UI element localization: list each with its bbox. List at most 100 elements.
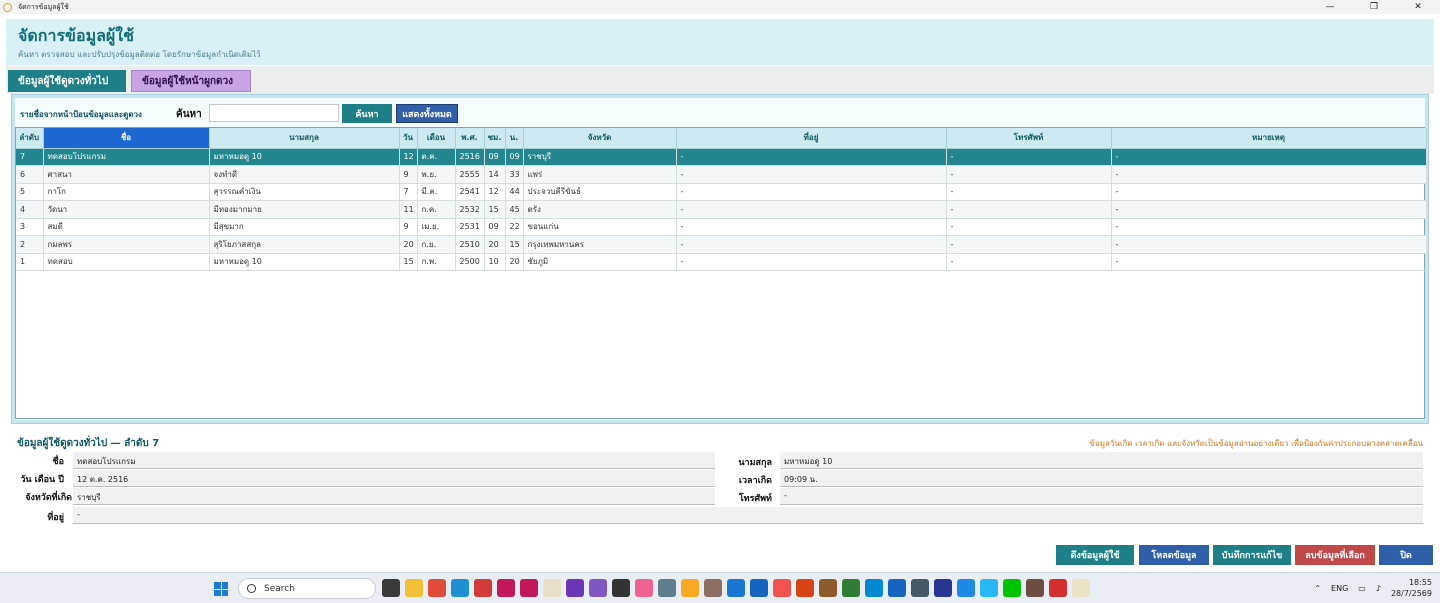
col-day-cell: 9 <box>399 218 418 236</box>
search-button[interactable]: ค้นหา <box>342 104 392 123</box>
word-icon[interactable] <box>750 579 768 597</box>
load-data-button[interactable]: โหลดข้อมูล <box>1139 545 1209 565</box>
col-order-cell: 6 <box>16 165 44 184</box>
table-row[interactable]: 4 วัดนา มีทองมากมาย 11 ก.ค. 2532 15 45 ตรัง - - - <box>16 200 1427 219</box>
tab-general-users[interactable]: ข้อมูลผู้ใช้ดูดวงทั่วไป <box>8 70 126 92</box>
table-row[interactable]: 6 ศาสนา จงทำดี 9 พ.ย. 2555 14 33 แพร่ - - - <box>16 165 1427 184</box>
system-tray: ⌃ ENG ▭ ♪ 18:55 28/7/2569 <box>1314 577 1432 599</box>
app-icon-text-red[interactable] <box>773 579 791 597</box>
col-phone-cell: - <box>946 183 1112 201</box>
col-month-header[interactable]: เดือน <box>417 128 456 149</box>
visual-studio-icon[interactable] <box>566 579 584 597</box>
window-controls: — ❐ ✕ <box>1308 0 1440 14</box>
col-address-cell: - <box>676 235 947 254</box>
app-icon-green[interactable] <box>842 579 860 597</box>
taskbar-search-label: Search <box>264 583 295 594</box>
delete-selected-button[interactable]: ลบข้อมูลที่เลือก <box>1295 545 1375 565</box>
app-icon-blue[interactable] <box>888 579 906 597</box>
col-surname-cell: จงทำดี <box>209 165 400 184</box>
clock-app-icon[interactable] <box>543 579 561 597</box>
calculator-icon[interactable] <box>658 579 676 597</box>
table-row[interactable]: 2 กมลพร สุริโยภาสสกุล 20 ก.ย. 2510 20 15 กรุงเทพ… <box>16 235 1427 254</box>
col-note-header[interactable]: หมายเหตุ <box>1111 128 1427 149</box>
settings-icon[interactable] <box>681 579 699 597</box>
col-hour-header[interactable]: ชม. <box>484 128 506 149</box>
app-icon-wood[interactable] <box>819 579 837 597</box>
col-minute-header[interactable]: น. <box>505 128 524 149</box>
vs-code-icon[interactable] <box>589 579 607 597</box>
name-field[interactable]: ทดสอบโปรแกรม <box>73 452 715 469</box>
fetch-users-button[interactable]: ดึงข้อมูลผู้ใช้ <box>1056 545 1134 565</box>
chevron-up-icon[interactable]: ⌃ <box>1314 584 1321 593</box>
table-row[interactable]: 7 ทดสอบโปรแกรม มหาหมอดู 10 12 ต.ค. 2516 09 09 รา… <box>16 148 1427 166</box>
taskbar-clock[interactable]: 18:55 28/7/2569 <box>1391 577 1432 599</box>
search-input[interactable] <box>209 104 339 122</box>
col-phone-cell: - <box>946 200 1112 219</box>
taskbar-search[interactable]: Search <box>238 578 376 599</box>
col-day-header[interactable]: วัน <box>399 128 418 149</box>
col-day-cell: 9 <box>399 165 418 184</box>
app-icon-tool[interactable] <box>980 579 998 597</box>
search-caption: ค้นหา <box>176 109 202 120</box>
windows-start-icon[interactable] <box>214 582 228 596</box>
acrobat-icon[interactable] <box>1049 579 1067 597</box>
window-titlebar: จัดการข้อมูลผู้ใช้ — ❐ ✕ <box>0 0 1440 14</box>
app-icon-monitor[interactable] <box>911 579 929 597</box>
col-name-header[interactable]: ชื่อ <box>43 128 210 149</box>
notepad-icon[interactable] <box>727 579 745 597</box>
photos-icon[interactable] <box>635 579 653 597</box>
table-row[interactable]: 1 ทดสอบ มหาหมอดู 10 15 ก.พ. 2500 10 20 ชัยภูมิ - -… <box>16 253 1427 271</box>
col-day-cell: 20 <box>399 235 418 254</box>
file-explorer-icon[interactable] <box>405 579 423 597</box>
col-province-cell: แพร่ <box>523 165 677 184</box>
address-field[interactable]: - <box>73 507 1423 524</box>
save-changes-button[interactable]: บันทึกการแก้ไข <box>1213 545 1291 565</box>
col-minute-cell: 33 <box>505 165 524 184</box>
col-year-header[interactable]: พ.ศ. <box>455 128 485 149</box>
table-row[interactable]: 3 สมดี มีสุขมาก 9 เม.ย. 2531 09 22 ขอนแก่น - - - <box>16 218 1427 236</box>
col-address-header[interactable]: ที่อยู่ <box>676 128 947 149</box>
app-icon-mail[interactable] <box>934 579 952 597</box>
app-icon-active-clock[interactable] <box>1072 579 1090 597</box>
tab-fortune-users[interactable]: ข้อมูลผู้ใช้หน้าผูกดวง <box>131 70 251 92</box>
app-icon-pen[interactable] <box>957 579 975 597</box>
col-minute-cell: 09 <box>505 148 524 166</box>
table-row[interactable]: 5 กาโก สุวรรณคำเงิน 7 มี.ค. 2541 12 44 ประจวบคีร… <box>16 183 1427 201</box>
access-icon[interactable] <box>474 579 492 597</box>
page-subtitle: ค้นหา ตรวจสอบ และปรับปรุงข้อมูลติดต่อ โด… <box>18 50 261 59</box>
col-province-header[interactable]: จังหวัด <box>523 128 677 149</box>
close-icon[interactable]: ✕ <box>1396 0 1440 14</box>
edge-icon[interactable] <box>451 579 469 597</box>
col-hour-cell: 10 <box>484 253 506 271</box>
volume-icon[interactable]: ♪ <box>1376 584 1381 593</box>
col-surname-header[interactable]: นามสกุล <box>209 128 400 149</box>
restore-icon[interactable]: ❐ <box>1352 0 1396 14</box>
app-icon-globe[interactable] <box>865 579 883 597</box>
col-phone-header[interactable]: โทรศัพท์ <box>946 128 1112 149</box>
user-table[interactable]: ลำดับ ชื่อ นามสกุล วัน เดือน พ.ศ. ชม. น. จังหวัด… <box>15 127 1427 419</box>
phone-field[interactable]: - <box>780 488 1423 505</box>
app-icon-brown[interactable] <box>704 579 722 597</box>
col-year-cell: 2532 <box>455 200 485 219</box>
app-icon-red-1[interactable] <box>497 579 515 597</box>
chrome-icon[interactable] <box>428 579 446 597</box>
network-icon[interactable]: ▭ <box>1358 584 1366 593</box>
app-icon-red-2[interactable] <box>520 579 538 597</box>
show-all-button[interactable]: แสดงทั้งหมด <box>396 104 458 123</box>
col-month-cell: มี.ค. <box>417 183 456 201</box>
openai-icon[interactable] <box>612 579 630 597</box>
app-icon-film[interactable] <box>1026 579 1044 597</box>
col-address-cell: - <box>676 165 947 184</box>
col-order-cell: 1 <box>16 253 44 271</box>
minimize-icon[interactable]: — <box>1308 0 1352 14</box>
app-icon-orange[interactable] <box>796 579 814 597</box>
col-hour-cell: 09 <box>484 218 506 236</box>
line-icon[interactable] <box>1003 579 1021 597</box>
task-view-icon[interactable] <box>382 579 400 597</box>
col-order-header[interactable]: ลำดับ <box>16 128 44 149</box>
col-minute-cell: 22 <box>505 218 524 236</box>
col-note-cell: - <box>1111 253 1427 271</box>
close-button[interactable]: ปิด <box>1379 545 1433 565</box>
surname-field[interactable]: มหาหมอดู 10 <box>780 452 1423 469</box>
language-indicator[interactable]: ENG <box>1331 584 1348 593</box>
